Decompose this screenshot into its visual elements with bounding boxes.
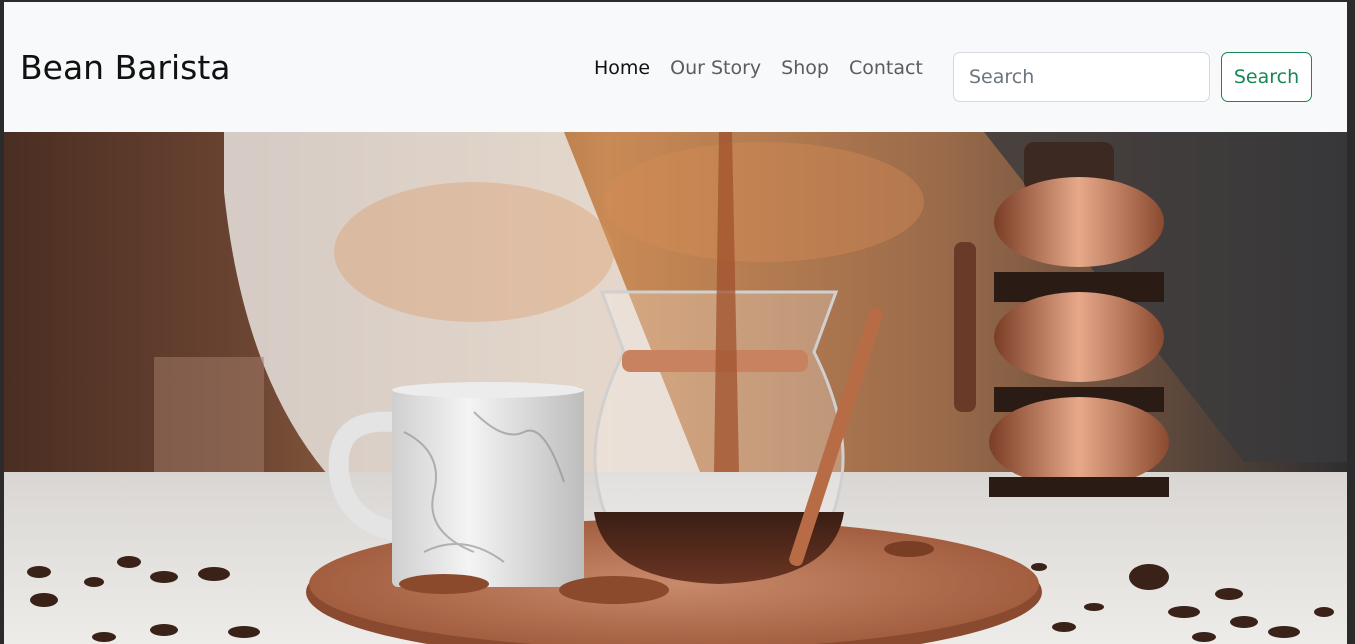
- nav-link-our-story[interactable]: Our Story: [660, 54, 771, 82]
- nav-links: Home Our Story Shop Contact: [584, 54, 933, 82]
- navbar: Bean Barista Home Our Story Shop Contact…: [4, 2, 1347, 132]
- hero-image: [4, 132, 1347, 644]
- nav-link-home[interactable]: Home: [584, 54, 660, 82]
- nav-link-contact[interactable]: Contact: [839, 54, 933, 82]
- search-button[interactable]: Search: [1221, 52, 1312, 102]
- hero-banner: [4, 132, 1347, 644]
- browser-viewport: Bean Barista Home Our Story Shop Contact…: [4, 2, 1347, 644]
- search-input[interactable]: [953, 52, 1210, 102]
- brand-logo[interactable]: Bean Barista: [20, 46, 231, 90]
- nav-link-shop[interactable]: Shop: [771, 54, 839, 82]
